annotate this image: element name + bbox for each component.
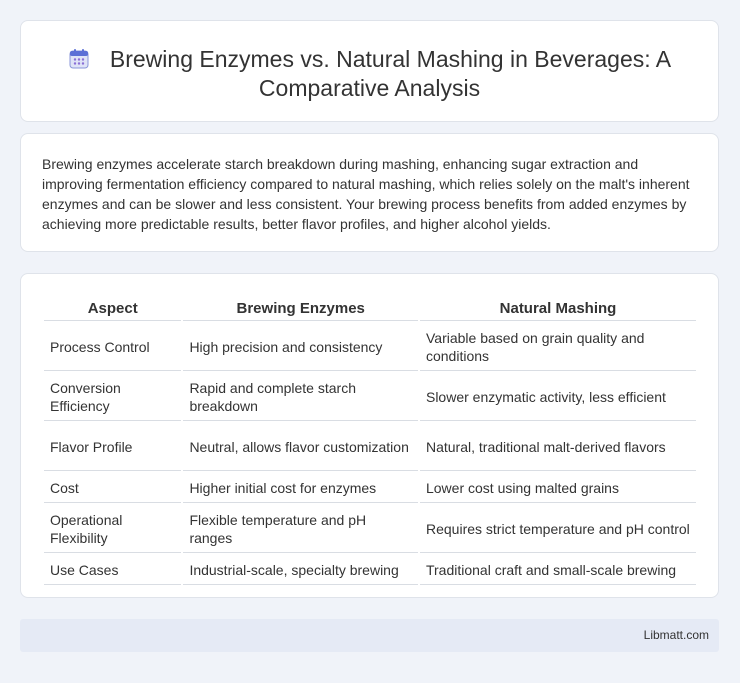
cell-enzymes: Industrial-scale, specialty brewing: [183, 555, 418, 585]
cell-aspect: Use Cases: [44, 555, 182, 585]
table-row: Process Control High precision and consi…: [44, 323, 696, 371]
cell-natural: Traditional craft and small-scale brewin…: [419, 555, 696, 585]
footer: Libmatt.com: [20, 619, 719, 652]
title-line-2: Comparative Analysis: [258, 75, 481, 101]
header-brewing-enzymes: Brewing Enzymes: [183, 296, 418, 321]
header-natural-mashing: Natural Mashing: [419, 296, 696, 321]
title-card: Brewing Enzymes vs. Natural Mashing in B…: [20, 20, 719, 122]
intro-paragraph: Brewing enzymes accelerate starch breakd…: [42, 156, 690, 232]
footer-brand-link[interactable]: Libmatt.com: [644, 628, 709, 642]
cell-natural: Variable based on grain quality and cond…: [419, 323, 696, 371]
table-row: Flavor Profile Neutral, allows flavor cu…: [44, 423, 696, 471]
header-aspect: Aspect: [44, 296, 182, 321]
intro-card: Brewing enzymes accelerate starch breakd…: [20, 133, 719, 252]
cell-aspect: Conversion Efficiency: [44, 373, 182, 421]
page-title: Brewing Enzymes vs. Natural Mashing in B…: [21, 45, 718, 103]
cell-enzymes: High precision and consistency: [183, 323, 418, 371]
table-row: Conversion Efficiency Rapid and complete…: [44, 373, 696, 421]
table-card: Aspect Brewing Enzymes Natural Mashing P…: [20, 273, 719, 598]
cell-enzymes: Neutral, allows flavor customization: [183, 423, 418, 471]
cell-enzymes: Flexible temperature and pH ranges: [183, 505, 418, 553]
table-row: Operational Flexibility Flexible tempera…: [44, 505, 696, 553]
cell-natural: Natural, traditional malt-derived flavor…: [419, 423, 696, 471]
cell-natural: Requires strict temperature and pH contr…: [419, 505, 696, 553]
table-row: Cost Higher initial cost for enzymes Low…: [44, 473, 696, 503]
calendar-icon: [68, 48, 90, 70]
title-wrap: Brewing Enzymes vs. Natural Mashing in B…: [21, 45, 718, 103]
cell-natural: Lower cost using malted grains: [419, 473, 696, 503]
cell-enzymes: Higher initial cost for enzymes: [183, 473, 418, 503]
cell-aspect: Cost: [44, 473, 182, 503]
table-header-row: Aspect Brewing Enzymes Natural Mashing: [44, 296, 696, 321]
cell-aspect: Process Control: [44, 323, 182, 371]
cell-enzymes: Rapid and complete starch breakdown: [183, 373, 418, 421]
cell-aspect: Operational Flexibility: [44, 505, 182, 553]
cell-natural: Slower enzymatic activity, less efficien…: [419, 373, 696, 421]
comparison-table: Aspect Brewing Enzymes Natural Mashing P…: [42, 294, 698, 587]
title-line-1: Brewing Enzymes vs. Natural Mashing in B…: [109, 46, 672, 72]
table-row: Use Cases Industrial-scale, specialty br…: [44, 555, 696, 585]
cell-aspect: Flavor Profile: [44, 423, 182, 471]
